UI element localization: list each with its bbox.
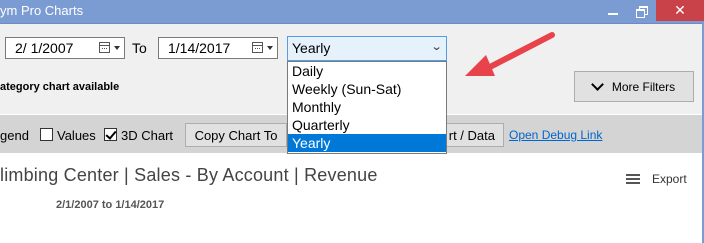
period-select[interactable]: Yearly ⌄ — [287, 36, 447, 61]
close-icon: ✕ — [674, 2, 686, 18]
end-date-picker[interactable]: 1/14/2017 — [158, 37, 278, 59]
minimize-button[interactable] — [598, 0, 628, 21]
chevron-down-icon — [590, 78, 604, 91]
start-date-value: 2/ 1/2007 — [15, 40, 74, 56]
copy-chart-label: Copy Chart To — [194, 127, 278, 143]
restore-icon — [635, 5, 648, 18]
red-arrow-annotation — [465, 32, 555, 76]
more-filters-label: More Filters — [611, 79, 676, 94]
chevron-down-icon[interactable] — [114, 46, 120, 50]
values-label: Values — [57, 128, 96, 143]
period-selected-value: Yearly — [292, 40, 331, 56]
period-option-daily[interactable]: Daily — [288, 62, 446, 80]
calendar-icon[interactable] — [99, 42, 110, 53]
3d-chart-checkbox[interactable] — [104, 128, 117, 141]
values-checkbox[interactable] — [40, 128, 53, 141]
period-option-quarterly[interactable]: Quarterly — [288, 116, 446, 134]
chevron-down-icon[interactable] — [267, 46, 273, 50]
maximize-button[interactable] — [626, 0, 656, 21]
calendar-icon[interactable] — [252, 42, 263, 53]
to-label: To — [132, 40, 147, 56]
export-button[interactable]: Export — [626, 172, 687, 186]
legend-label: gend — [0, 128, 29, 143]
chart-data-button[interactable]: rt / Data — [437, 123, 504, 147]
minimize-icon — [608, 12, 618, 15]
open-debug-link[interactable]: Open Debug Link — [509, 128, 602, 142]
close-button[interactable]: ✕ — [656, 0, 704, 21]
end-date-value: 1/14/2017 — [168, 40, 231, 56]
period-option-yearly[interactable]: Yearly — [288, 134, 446, 152]
chevron-down-icon: ⌄ — [430, 41, 443, 53]
copy-chart-button[interactable]: Copy Chart To — [185, 123, 287, 147]
export-label: Export — [652, 172, 687, 186]
category-chart-note: ategory chart available — [0, 81, 120, 93]
title-bar: ym Pro Charts ✕ — [0, 0, 704, 24]
more-filters-button[interactable]: More Filters — [574, 71, 694, 102]
window-title: ym Pro Charts — [0, 3, 84, 18]
hamburger-menu-icon — [626, 172, 640, 186]
period-option-weekly[interactable]: Weekly (Sun-Sat) — [288, 80, 446, 98]
period-dropdown-list: Daily Weekly (Sun-Sat) Monthly Quarterly… — [287, 61, 447, 154]
start-date-picker[interactable]: 2/ 1/2007 — [5, 37, 125, 59]
period-option-monthly[interactable]: Monthly — [288, 98, 446, 116]
3d-chart-label: 3D Chart — [121, 128, 174, 143]
chart-title: limbing Center | Sales - By Account | Re… — [0, 165, 378, 185]
chart-date-range: 2/1/2007 to 1/14/2017 — [56, 199, 165, 211]
chart-data-label: rt / Data — [448, 127, 495, 143]
